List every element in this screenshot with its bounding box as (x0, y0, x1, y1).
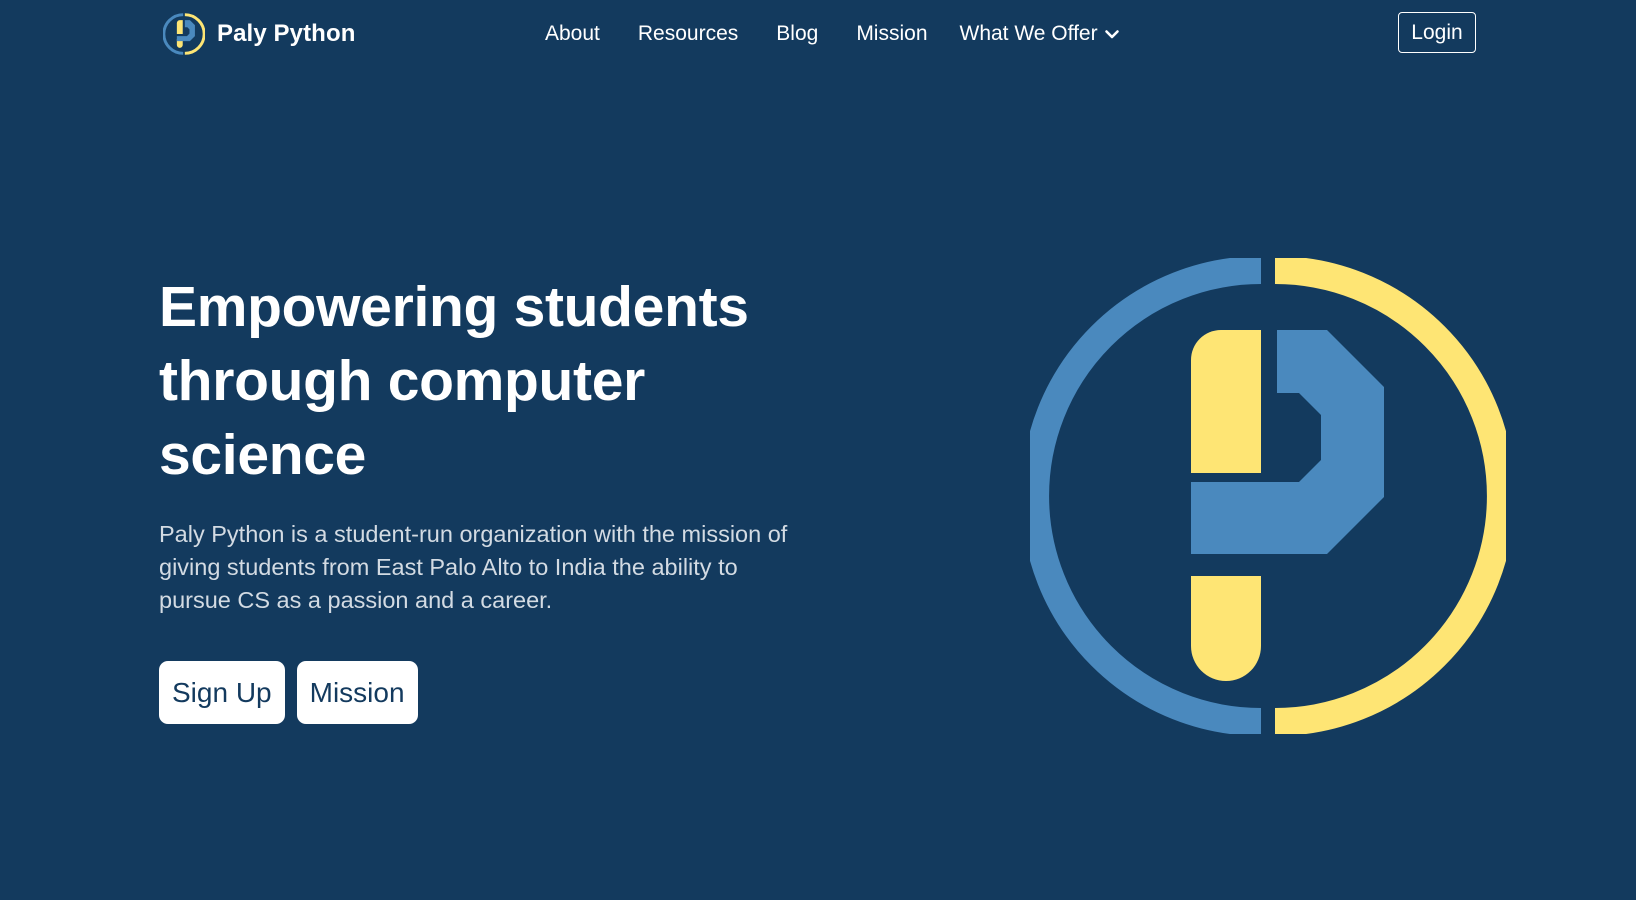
hero-buttons: Sign Up Mission (159, 661, 418, 724)
chevron-down-icon (1104, 30, 1119, 39)
paly-python-hero-logo-icon (1030, 258, 1506, 734)
hero-title-line: Empowering students (159, 275, 749, 339)
nav-link-resources[interactable]: Resources (638, 22, 738, 46)
hero-description: Paly Python is a student-run organizatio… (159, 518, 839, 617)
nav-link-about[interactable]: About (545, 22, 600, 46)
login-button[interactable]: Login (1398, 12, 1476, 53)
nav-links: About Resources Blog Mission What We Off… (545, 0, 1120, 68)
paly-python-logo-icon (163, 13, 205, 55)
hero-title-line: through computer (159, 349, 645, 413)
nav-link-mission[interactable]: Mission (856, 22, 927, 46)
mission-button[interactable]: Mission (296, 661, 418, 724)
nav-dropdown-label: What We Offer (959, 22, 1098, 45)
sign-up-button[interactable]: Sign Up (159, 661, 285, 724)
brand-home-link[interactable]: Paly Python (163, 13, 355, 55)
hero-description-line: Paly Python is a student-run organizatio… (159, 521, 788, 547)
hero-title: Empowering students through computer sci… (159, 270, 859, 492)
nav-link-blog[interactable]: Blog (776, 22, 818, 46)
top-navbar: Paly Python About Resources Blog Mission… (0, 0, 1636, 68)
hero-description-line: giving students from East Palo Alto to I… (159, 554, 738, 580)
page: Paly Python About Resources Blog Mission… (0, 0, 1636, 900)
hero-title-line: science (159, 423, 367, 487)
hero-description-line: pursue CS as a passion and a career. (159, 587, 553, 613)
nav-dropdown-what-we-offer[interactable]: What We Offer (960, 22, 1120, 46)
brand-name: Paly Python (217, 20, 356, 47)
